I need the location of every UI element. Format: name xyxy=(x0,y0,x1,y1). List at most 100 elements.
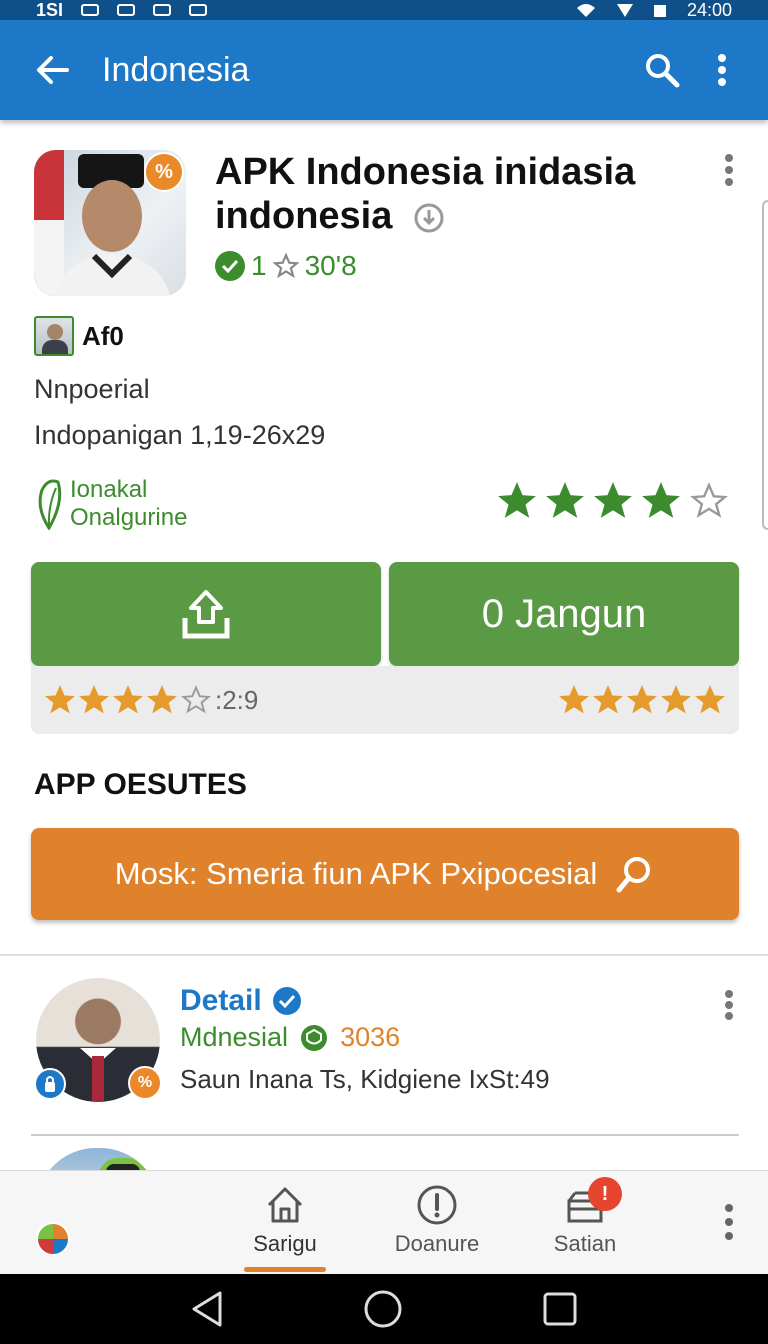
promo-search-button[interactable]: Mosk: Smeria fiun APK Pxipocesial xyxy=(31,828,739,920)
toolbar: Indonesia xyxy=(0,20,768,120)
arrow-left-icon xyxy=(37,56,69,84)
app-icon[interactable]: % xyxy=(34,150,186,296)
notification-badge: ! xyxy=(588,1177,622,1211)
star-filled-icon xyxy=(79,685,109,714)
notification-icon xyxy=(153,4,172,16)
star-outline-icon xyxy=(690,482,728,518)
more-vert-icon xyxy=(725,154,733,186)
nav-item-home[interactable]: Sarigu xyxy=(230,1183,340,1257)
verified-icon xyxy=(272,987,301,1015)
app-version: Indopanigan 1,19-26x29 xyxy=(34,420,326,450)
signal-icon xyxy=(616,4,633,17)
nav-label: Sarigu xyxy=(253,1231,317,1256)
rating-bar-value: :2:9 xyxy=(215,684,259,715)
item-overflow-button[interactable] xyxy=(724,990,734,1025)
action-buttons: 0 Jangun xyxy=(31,562,739,666)
item-subtitle: Mdnesial 3036 xyxy=(180,1022,400,1053)
item-count: 3036 xyxy=(340,1022,401,1052)
system-navigation-bar xyxy=(0,1274,768,1344)
app-badge-icon xyxy=(36,1222,70,1256)
divider xyxy=(0,954,768,956)
search-icon xyxy=(646,54,680,88)
more-vert-icon xyxy=(725,1204,733,1240)
rating-value: 30'8 xyxy=(304,250,357,281)
download-button[interactable]: 0 Jangun xyxy=(389,562,739,666)
brand-line-1: Ionakal xyxy=(70,476,148,503)
star-filled-icon xyxy=(546,482,584,518)
search-button[interactable] xyxy=(632,40,692,100)
item-title: Detail xyxy=(180,984,302,1018)
shield-icon xyxy=(301,1024,328,1051)
share-button[interactable] xyxy=(31,562,381,666)
star-filled-icon xyxy=(498,482,536,518)
item-subtitle-text: Mdnesial xyxy=(180,1022,289,1052)
app-title: APK Indonesia inidasia indonesia xyxy=(215,150,685,238)
star-filled-icon xyxy=(642,482,680,518)
star-filled-icon xyxy=(695,685,725,714)
divider xyxy=(31,1134,739,1136)
star-filled-icon xyxy=(559,685,589,714)
app-star-rating xyxy=(498,482,728,520)
section-title: APP OESUTES xyxy=(34,768,247,801)
page-title: Indonesia xyxy=(102,50,250,89)
more-vert-icon xyxy=(725,990,733,1020)
download-status-icon xyxy=(414,203,444,233)
bottom-navigation: Sarigu Doanure Satian ! xyxy=(0,1170,768,1274)
rating-prefix: 1 xyxy=(251,250,267,281)
developer-row[interactable]: Af0 xyxy=(34,316,124,356)
star-filled-icon xyxy=(147,685,177,714)
back-triangle-icon[interactable] xyxy=(190,1290,224,1328)
search-icon xyxy=(616,857,651,893)
app-overflow-button[interactable] xyxy=(724,154,734,191)
nav-label: Satian xyxy=(553,1231,617,1256)
star-outline-icon xyxy=(181,685,211,714)
item-description: Saun Inana Ts, Kidgiene IxSt:49 xyxy=(180,1064,550,1094)
promo-label: Mosk: Smeria fiun APK Pxipocesial xyxy=(114,856,598,891)
star-filled-icon xyxy=(45,685,75,714)
list-item[interactable]: % Detail Mdnesial 3036 Saun Inana Ts, Ki… xyxy=(0,970,768,1120)
verified-icon xyxy=(215,251,245,281)
rating-bar: :2:9 xyxy=(31,666,739,734)
active-tab-indicator xyxy=(244,1267,326,1272)
nav-item-info[interactable]: Doanure xyxy=(382,1183,492,1257)
star-filled-icon xyxy=(627,685,657,714)
nav-label: Doanure xyxy=(394,1231,480,1256)
recents-square-icon[interactable] xyxy=(542,1291,578,1327)
star-filled-icon xyxy=(594,482,632,518)
home-icon xyxy=(267,1187,303,1223)
developer-name: Af0 xyxy=(82,320,124,351)
back-button[interactable] xyxy=(22,40,82,100)
wifi-icon xyxy=(576,4,595,17)
battery-icon xyxy=(653,5,666,17)
star-filled-icon xyxy=(113,685,143,714)
discount-icon: % xyxy=(128,1066,162,1100)
notification-icon xyxy=(189,4,208,16)
developer-avatar xyxy=(34,316,74,356)
status-bar: 1SI 24:00 xyxy=(0,0,768,20)
upload-icon xyxy=(182,590,230,639)
brand-logo: Ionakal Onalgurine xyxy=(34,476,187,532)
notification-icon xyxy=(117,4,136,16)
home-circle-icon[interactable] xyxy=(363,1289,403,1329)
notification-icon xyxy=(81,4,100,16)
nav-item-inbox[interactable]: Satian xyxy=(530,1183,640,1257)
star-filled-icon xyxy=(661,685,691,714)
app-icon-badge: % xyxy=(144,152,184,192)
rating-bar-right xyxy=(559,685,725,715)
status-carrier: 1SI xyxy=(36,0,64,20)
app-rating-row: 1 30'8 xyxy=(215,250,357,282)
status-time: 24:00 xyxy=(686,0,732,20)
scroll-indicator xyxy=(762,200,768,530)
app-category: Nnpoerial xyxy=(34,374,150,404)
star-filled-icon xyxy=(593,685,623,714)
lock-icon xyxy=(34,1068,66,1100)
star-outline-icon xyxy=(272,253,299,279)
nav-overflow-button[interactable] xyxy=(724,1203,734,1246)
brand-line-2: Onalgurine xyxy=(70,504,188,531)
overflow-menu-button[interactable] xyxy=(692,40,752,100)
more-vert-icon xyxy=(718,54,726,86)
leaf-icon xyxy=(38,479,62,530)
info-icon xyxy=(417,1185,457,1225)
item-title-text: Detail xyxy=(180,984,262,1017)
rating-bar-left: :2:9 xyxy=(45,685,258,716)
